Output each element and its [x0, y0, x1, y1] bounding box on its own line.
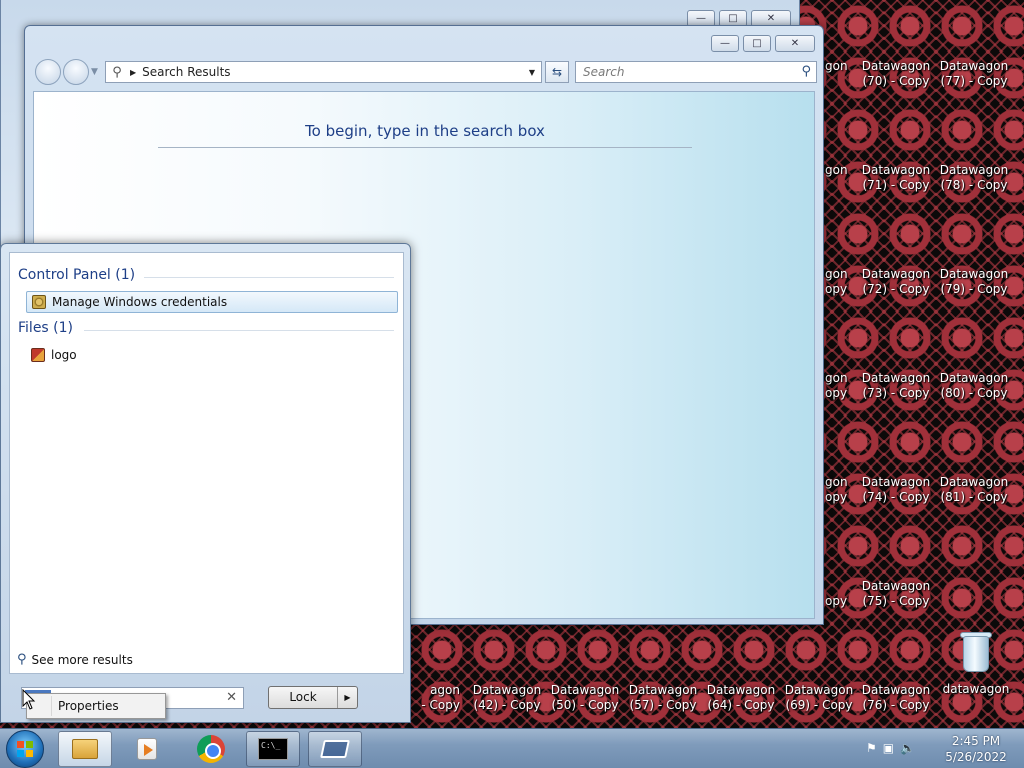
divider — [84, 330, 394, 331]
mouse-pointer-icon — [22, 689, 36, 710]
desktop-icon-datawagon-74[interactable]: Datawagon (74) - Copy — [859, 475, 933, 505]
recycle-bin-icon[interactable] — [948, 630, 1004, 682]
recent-pages-dropdown-icon[interactable]: ▼ — [91, 67, 98, 77]
desktop-icon-partial[interactable]: gon opy — [825, 475, 851, 505]
search-icon: ⚲ — [112, 64, 122, 80]
system-clock[interactable]: 2:45 PM 5/26/2022 — [936, 733, 1016, 765]
group-header-files: Files (1) — [18, 320, 74, 336]
desktop-icon-datawagon-71[interactable]: Datawagon (71) - Copy — [859, 163, 933, 193]
navigation-bar: ▼ ⚲ ▶ Search Results ▼ ⇆ Search ⚲ — [33, 59, 817, 85]
chrome-icon — [197, 735, 225, 763]
group-header-control-panel: Control Panel (1) — [18, 267, 136, 283]
media-player-icon — [137, 738, 157, 760]
clock-time: 2:45 PM — [951, 734, 1001, 748]
result-manage-windows-credentials[interactable]: Manage Windows credentials — [26, 291, 398, 313]
image-file-icon — [31, 348, 45, 362]
forward-button[interactable] — [63, 59, 89, 85]
desktop-icon-partial[interactable]: gon opy — [825, 267, 851, 297]
start-menu: Control Panel (1) Manage Windows credent… — [0, 243, 411, 723]
folder-icon — [72, 739, 98, 759]
desktop-icon-datawagon-81[interactable]: Datawagon (81) - Copy — [937, 475, 1011, 505]
desktop-icon-datawagon-78[interactable]: Datawagon (78) - Copy — [937, 163, 1011, 193]
volume-icon[interactable]: 🔈 — [900, 741, 915, 755]
desktop-icon-partial[interactable]: gon opy — [825, 371, 851, 401]
address-bar[interactable]: ⚲ ▶ Search Results ▼ — [105, 61, 542, 83]
desktop-icon-partial-bottom[interactable]: agon - Copy — [404, 683, 460, 713]
desktop-icon-datawagon-76[interactable]: Datawagon (76) - Copy — [859, 683, 933, 713]
desktop-icon-datawagon-80[interactable]: Datawagon (80) - Copy — [937, 371, 1011, 401]
back-button[interactable] — [35, 59, 61, 85]
windows-orb-icon[interactable] — [6, 730, 44, 768]
desktop-icon-datawagon-64[interactable]: Datawagon (64) - Copy — [704, 683, 778, 713]
menu-gutter — [51, 696, 52, 716]
menu-item-properties[interactable]: Properties — [58, 699, 119, 713]
window-controls: — □ ✕ — [711, 35, 815, 52]
taskbar-command-prompt[interactable]: C:\_ — [246, 731, 300, 767]
chevron-down-icon[interactable]: ▼ — [523, 68, 541, 77]
refresh-icon[interactable]: ⇆ — [545, 61, 569, 83]
context-menu: Properties — [26, 693, 166, 719]
taskbar-media-player[interactable] — [120, 731, 174, 767]
breadcrumb-arrow-icon[interactable]: ▶ — [130, 68, 136, 77]
close-icon[interactable]: ✕ — [775, 35, 815, 52]
divider — [144, 277, 394, 278]
desktop-icon-datawagon-72[interactable]: Datawagon (72) - Copy — [859, 267, 933, 297]
desktop-icon-datawagon-42[interactable]: Datawagon (42) - Copy — [470, 683, 544, 713]
remote-desktop-icon — [320, 740, 350, 758]
result-logo-file[interactable]: logo — [26, 344, 398, 366]
clear-search-icon[interactable]: ✕ — [226, 690, 237, 705]
system-tray: ⚑ ▣ 🔈 — [866, 741, 915, 755]
address-text: Search Results — [142, 65, 231, 79]
search-icon: ⚲ — [17, 652, 27, 667]
credential-manager-icon — [32, 295, 46, 309]
clock-date: 5/26/2022 — [945, 750, 1007, 764]
search-hint: To begin, type in the search box — [305, 122, 545, 140]
start-menu-results: Control Panel (1) Manage Windows credent… — [9, 252, 404, 674]
lock-button[interactable]: Lock ▶ — [268, 686, 358, 709]
taskbar-explorer[interactable] — [58, 731, 112, 767]
search-icon: ⚲ — [801, 64, 811, 79]
desktop-icon-datawagon-70[interactable]: Datawagon (70) - Copy — [859, 59, 933, 89]
desktop-icon-datawagon-73[interactable]: Datawagon (73) - Copy — [859, 371, 933, 401]
minimize-icon[interactable]: — — [711, 35, 739, 52]
desktop-icon-partial[interactable]: gon — [825, 163, 851, 193]
chevron-right-icon[interactable]: ▶ — [337, 687, 357, 708]
search-placeholder: Search — [583, 65, 625, 79]
maximize-icon[interactable]: □ — [743, 35, 771, 52]
taskbar-remote-desktop[interactable] — [308, 731, 362, 767]
action-center-flag-icon[interactable]: ⚑ — [866, 741, 877, 755]
see-more-results-link[interactable]: ⚲ See more results — [17, 652, 133, 667]
taskbar: C:\_ ⚑ ▣ 🔈 2:45 PM 5/26/2022 — [0, 728, 1024, 768]
recycle-bin-label: datawagon — [942, 682, 1010, 696]
desktop-icon-datawagon-69[interactable]: Datawagon (69) - Copy — [782, 683, 856, 713]
search-input[interactable]: Search ⚲ — [575, 61, 817, 83]
divider — [158, 147, 692, 148]
desktop-icon-datawagon-79[interactable]: Datawagon (79) - Copy — [937, 267, 1011, 297]
command-prompt-icon: C:\_ — [258, 738, 288, 760]
taskbar-chrome[interactable] — [184, 731, 238, 767]
desktop-icon-datawagon-75[interactable]: Datawagon (75) - Copy — [859, 579, 933, 609]
desktop-icon-datawagon-50[interactable]: Datawagon (50) - Copy — [548, 683, 622, 713]
desktop-icon-datawagon-57[interactable]: Datawagon (57) - Copy — [626, 683, 700, 713]
network-icon[interactable]: ▣ — [883, 741, 894, 755]
desktop-icon-partial[interactable]: opy — [825, 579, 851, 609]
desktop-icon-partial[interactable]: gon — [825, 59, 851, 89]
desktop-icon-datawagon-77[interactable]: Datawagon (77) - Copy — [937, 59, 1011, 89]
